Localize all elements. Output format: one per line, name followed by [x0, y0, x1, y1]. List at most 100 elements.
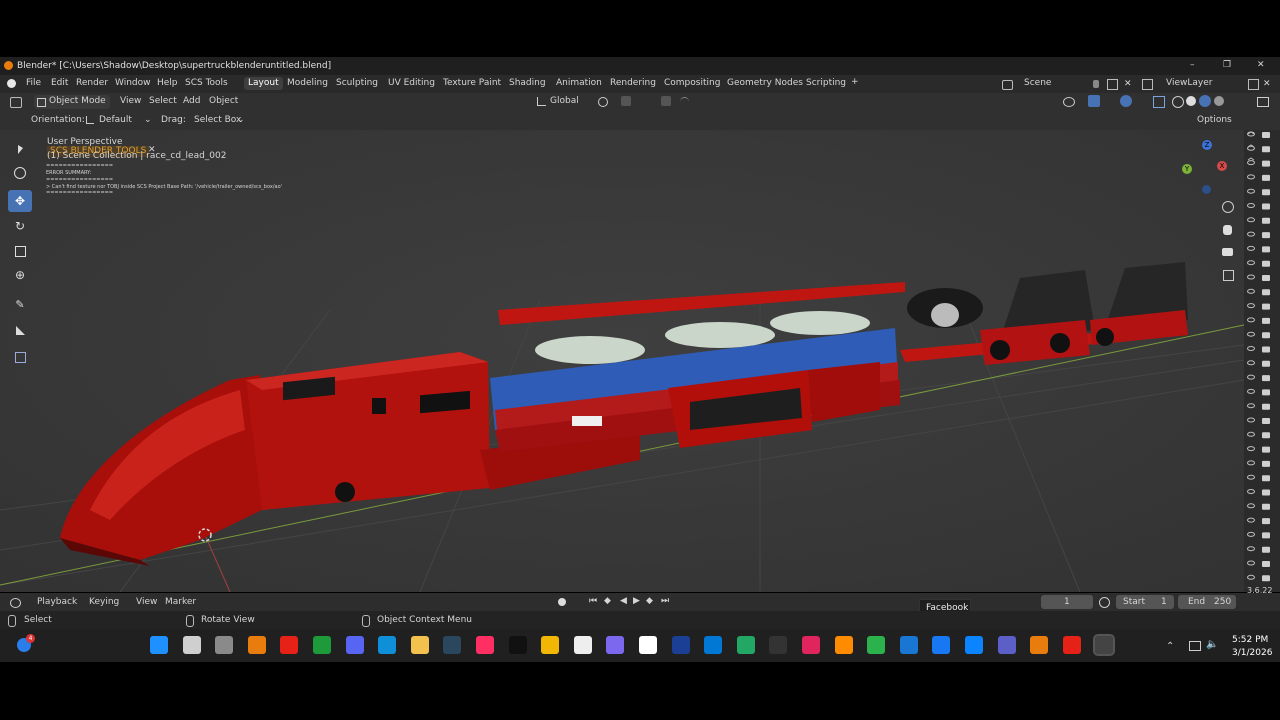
header-menu-object[interactable]: Object: [209, 97, 238, 106]
jump-start-button[interactable]: ⏮: [589, 597, 597, 606]
current-frame-field[interactable]: 1: [1041, 595, 1093, 609]
measure-tool-button[interactable]: [8, 319, 32, 341]
transform-orientation-dropdown[interactable]: Global: [550, 97, 579, 106]
taskbar-blue-app-icon[interactable]: [899, 636, 918, 654]
gizmo-z-axis[interactable]: Z: [1202, 140, 1212, 150]
taskbar-paypal-icon[interactable]: [671, 636, 690, 654]
taskbar-discord-icon[interactable]: [345, 636, 364, 654]
proportional-editing-icon[interactable]: [661, 96, 671, 106]
delete-scene-icon[interactable]: ✕: [1124, 79, 1132, 89]
gizmo-y-axis[interactable]: Y: [1182, 164, 1192, 174]
rendered-shading-icon[interactable]: [1214, 96, 1224, 106]
navigation-gizmo[interactable]: Z X Y: [1180, 138, 1230, 198]
taskbar-youtube-2-icon[interactable]: [1062, 636, 1081, 654]
taskbar-notes-icon[interactable]: [639, 636, 657, 654]
tab-sculpting[interactable]: Sculpting: [336, 79, 378, 88]
xray-icon[interactable]: [1153, 96, 1165, 108]
maximize-button[interactable]: ❐: [1223, 61, 1231, 70]
taskbar-green-app-icon[interactable]: [867, 636, 886, 654]
minimize-button[interactable]: –: [1190, 61, 1195, 70]
taskbar-windows-start-icon[interactable]: [150, 636, 168, 654]
overlay-toggle-icon[interactable]: [1120, 95, 1132, 107]
timeline-editor-icon[interactable]: [10, 598, 21, 608]
tab-modeling[interactable]: Modeling: [287, 79, 328, 88]
3d-viewport[interactable]: User Perspective SCS BLENDER TOOLS ✕ (1)…: [0, 130, 1244, 592]
select-tool-button[interactable]: [8, 138, 32, 160]
new-view-layer-icon[interactable]: [1248, 79, 1259, 90]
snap-icon[interactable]: [621, 96, 631, 106]
taskbar-blender-2-icon[interactable]: [1030, 636, 1049, 654]
add-cube-tool-button[interactable]: [8, 346, 32, 368]
clock-time[interactable]: 5:52 PM: [1232, 636, 1268, 645]
taskbar-steam-icon[interactable]: [443, 636, 462, 654]
taskbar-pawprint-icon[interactable]: [573, 636, 592, 654]
sidebar-toggle-icon[interactable]: [1257, 97, 1269, 107]
timeline-view-menu[interactable]: View: [136, 598, 157, 607]
ortho-toggle-icon[interactable]: [1223, 270, 1234, 281]
tray-volume-icon[interactable]: 🔈: [1206, 639, 1218, 650]
menu-window[interactable]: Window: [115, 79, 151, 88]
taskbar-task-view-icon[interactable]: [215, 636, 234, 654]
orientation-dropdown[interactable]: Default ⌄: [84, 113, 152, 127]
gizmo-toggle-icon[interactable]: [1088, 95, 1100, 107]
solid-shading-icon[interactable]: [1186, 96, 1196, 106]
start-frame-field[interactable]: Start 1: [1116, 595, 1174, 609]
rotate-tool-button[interactable]: ↻: [8, 215, 32, 237]
taskbar-outlook-icon[interactable]: [704, 636, 723, 654]
scene-pin-icon[interactable]: [1093, 80, 1099, 88]
tab-geometry-nodes[interactable]: Geometry Nodes: [727, 79, 803, 88]
record-button[interactable]: [558, 598, 566, 606]
material-shading-icon[interactable]: [1199, 95, 1211, 107]
options-dropdown[interactable]: Options: [1197, 116, 1232, 125]
tab-layout[interactable]: Layout: [244, 77, 283, 90]
tab-shading[interactable]: Shading: [509, 79, 546, 88]
camera-view-icon[interactable]: [1222, 248, 1233, 256]
menu-scs-tools[interactable]: SCS Tools: [185, 79, 228, 88]
outliner-strip[interactable]: [1244, 130, 1280, 592]
gizmo-neg-z[interactable]: [1202, 185, 1211, 194]
menu-render[interactable]: Render: [76, 79, 108, 88]
close-button[interactable]: ✕: [1257, 61, 1265, 70]
jump-end-button[interactable]: ⏭: [661, 597, 669, 606]
editor-type-icon[interactable]: [10, 97, 22, 108]
play-reverse-button[interactable]: ◀: [620, 597, 627, 606]
taskbar-teams-icon[interactable]: [997, 636, 1016, 654]
clock-icon[interactable]: [1099, 597, 1110, 608]
taskbar-facebook-icon[interactable]: [932, 636, 951, 654]
scene-selector[interactable]: Scene: [1024, 79, 1051, 88]
header-menu-select[interactable]: Select: [149, 97, 177, 106]
taskbar-tiktok-icon[interactable]: [508, 636, 527, 654]
zoom-icon[interactable]: [1222, 201, 1234, 213]
timeline-keying-menu[interactable]: Keying: [89, 598, 119, 607]
play-button[interactable]: ▶: [633, 597, 640, 606]
drag-dropdown[interactable]: Select Box ⌄: [190, 113, 246, 127]
timeline-marker-menu[interactable]: Marker: [165, 598, 196, 607]
menu-file[interactable]: File: [26, 79, 41, 88]
blender-menu-icon[interactable]: [7, 79, 16, 88]
tab-scripting[interactable]: Scripting: [806, 79, 846, 88]
object-mode-dropdown[interactable]: Object Mode: [34, 95, 110, 109]
annotate-tool-button[interactable]: ✎: [8, 293, 32, 315]
timeline-playback-menu[interactable]: Playback: [37, 598, 77, 607]
new-scene-icon[interactable]: [1107, 79, 1118, 90]
scale-tool-button[interactable]: [8, 240, 32, 262]
tab-animation[interactable]: Animation: [556, 79, 602, 88]
taskbar-copilot-icon[interactable]: [606, 636, 625, 654]
end-frame-field[interactable]: End 250: [1178, 595, 1236, 609]
outliner-visibility-icons[interactable]: [1244, 130, 1280, 592]
visibility-icon[interactable]: [1063, 97, 1075, 107]
header-menu-view[interactable]: View: [120, 97, 141, 106]
tab-uv-editing[interactable]: UV Editing: [388, 79, 435, 88]
pivot-point-icon[interactable]: [598, 97, 608, 107]
taskbar-excel-like-icon[interactable]: [313, 636, 331, 654]
taskbar-google-drive-icon[interactable]: [736, 636, 755, 654]
falloff-icon[interactable]: [680, 97, 689, 106]
add-workspace-button[interactable]: +: [851, 78, 859, 87]
view-layer-selector[interactable]: ViewLayer: [1166, 79, 1212, 88]
taskbar-epic-games-icon[interactable]: [769, 636, 788, 654]
tab-texture-paint[interactable]: Texture Paint: [443, 79, 501, 88]
taskbar-tiktok-pink-icon[interactable]: [476, 636, 494, 654]
gizmo-x-axis[interactable]: X: [1217, 161, 1227, 171]
tab-rendering[interactable]: Rendering: [610, 79, 656, 88]
cursor-tool-button[interactable]: [8, 162, 32, 184]
